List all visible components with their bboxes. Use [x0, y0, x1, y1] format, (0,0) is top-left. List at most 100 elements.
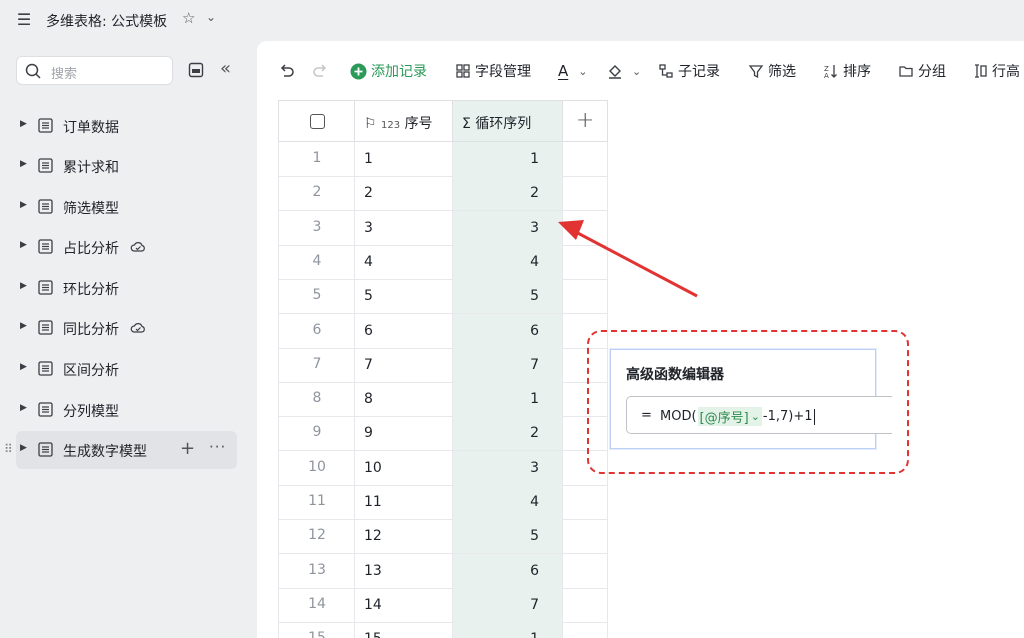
field-manage-button[interactable]: 字段管理: [455, 60, 531, 82]
cell-loop[interactable]: 1: [452, 142, 563, 177]
sidebar-item[interactable]: ▶ 同比分析: [16, 309, 237, 347]
table-row[interactable]: 222: [278, 176, 608, 212]
add-column-button[interactable]: +: [562, 100, 608, 142]
cell-loop[interactable]: 3: [452, 450, 563, 486]
sidebar-item[interactable]: ▶ 占比分析: [16, 228, 237, 266]
formula-input[interactable]: = MOD( [@序号] ⌄ -1,7)+1: [626, 396, 892, 434]
expand-triangle-icon[interactable]: ▶: [20, 321, 27, 331]
sub-record-button[interactable]: 子记录: [658, 60, 720, 82]
cell-seq[interactable]: 2: [354, 176, 453, 212]
table-row[interactable]: 881: [278, 382, 608, 418]
cell-seq[interactable]: 3: [354, 210, 453, 246]
cloud-check-icon: [130, 323, 145, 333]
cell-seq[interactable]: 7: [354, 347, 453, 383]
expand-triangle-icon[interactable]: ▶: [20, 362, 27, 372]
chevron-down-icon[interactable]: ⌄: [206, 10, 216, 24]
cell-seq[interactable]: 4: [354, 244, 453, 280]
cell-seq[interactable]: 14: [354, 587, 453, 623]
folder-icon: [899, 66, 913, 77]
text-color-button[interactable]: A ⌄: [558, 60, 587, 82]
fill-color-button[interactable]: ⌄: [606, 60, 641, 82]
row-index: 11: [278, 485, 355, 520]
table-row[interactable]: 111: [278, 142, 608, 177]
cell-seq[interactable]: 11: [354, 485, 453, 520]
expand-triangle-icon[interactable]: ▶: [20, 443, 27, 453]
expand-triangle-icon[interactable]: ▶: [20, 281, 27, 291]
table-icon: [38, 280, 53, 295]
cell-seq[interactable]: 1: [354, 142, 453, 177]
filter-icon: [748, 65, 764, 79]
document-title[interactable]: 多维表格: 公式模板: [46, 11, 167, 31]
add-circle-icon: [350, 63, 367, 79]
filter-button[interactable]: 筛选: [748, 60, 796, 82]
row-index: 10: [278, 450, 355, 486]
table-row[interactable]: 777: [278, 347, 608, 383]
row-height-button[interactable]: 行高: [972, 60, 1020, 82]
cell-loop[interactable]: 7: [452, 347, 563, 383]
expand-triangle-icon[interactable]: ▶: [20, 159, 27, 169]
table-row[interactable]: 992: [278, 416, 608, 452]
undo-button[interactable]: [278, 60, 296, 82]
sidebar-item[interactable]: ▶ 累计求和: [16, 147, 237, 185]
table-row[interactable]: 13 13 6: [278, 553, 608, 589]
expand-triangle-icon[interactable]: ▶: [20, 119, 27, 129]
column-header-seq[interactable]: ⚐ 123 序号: [354, 100, 453, 142]
star-icon[interactable]: ☆: [182, 9, 195, 27]
add-record-button[interactable]: 添加记录: [350, 60, 427, 82]
hamburger-icon[interactable]: ☰: [16, 10, 32, 29]
redo-button[interactable]: [311, 60, 329, 82]
cell-seq[interactable]: 12: [354, 519, 453, 555]
cell-seq[interactable]: 9: [354, 416, 453, 452]
panel-toggle-icon[interactable]: [188, 62, 204, 78]
more-icon[interactable]: ···: [209, 438, 226, 456]
cell-loop[interactable]: 1: [452, 622, 563, 638]
cell-loop[interactable]: 4: [452, 244, 563, 280]
column-header-loop[interactable]: Σ 循环序列: [452, 100, 563, 142]
cell-loop[interactable]: 2: [452, 176, 563, 212]
row-height-icon: [975, 64, 987, 78]
drag-handle-icon[interactable]: ⠿: [4, 442, 13, 456]
cell-seq[interactable]: 13: [354, 553, 453, 589]
expand-triangle-icon[interactable]: ▶: [20, 403, 27, 413]
cell-loop[interactable]: 4: [452, 485, 563, 520]
cell-empty: [562, 485, 608, 520]
cell-loop[interactable]: 3: [452, 210, 563, 246]
cell-loop[interactable]: 6: [452, 313, 563, 349]
cell-seq[interactable]: 10: [354, 450, 453, 486]
field-reference-chip[interactable]: [@序号] ⌄: [697, 407, 762, 426]
cell-loop[interactable]: 5: [452, 279, 563, 315]
sort-button[interactable]: ZA 排序: [823, 60, 871, 82]
cell-empty: [562, 176, 608, 212]
sidebar-item[interactable]: ▶ 生成数字模型 + ···: [16, 431, 237, 469]
table-row[interactable]: 11 11 4: [278, 485, 608, 520]
sidebar-item-label: 区间分析: [63, 363, 119, 379]
sidebar-item[interactable]: ▶ 区间分析: [16, 350, 237, 388]
table-row[interactable]: 10 10 3: [278, 450, 608, 486]
select-all-checkbox[interactable]: [310, 114, 325, 129]
table-row[interactable]: 15151: [278, 622, 608, 638]
cell-loop[interactable]: 5: [452, 519, 563, 555]
cell-seq[interactable]: 8: [354, 382, 453, 418]
cell-empty: [562, 519, 608, 555]
table-row[interactable]: 14 14 7: [278, 587, 608, 623]
cell-loop[interactable]: 1: [452, 382, 563, 418]
table-row[interactable]: 12 12 5: [278, 519, 608, 555]
sidebar-item[interactable]: ▶ 订单数据: [16, 107, 237, 145]
cell-seq[interactable]: 5: [354, 279, 453, 315]
cell-loop[interactable]: 6: [452, 553, 563, 589]
search-input[interactable]: 搜索: [16, 56, 173, 85]
cell-seq[interactable]: 6: [354, 313, 453, 349]
add-table-icon[interactable]: +: [180, 438, 195, 459]
group-button[interactable]: 分组: [898, 60, 946, 82]
collapse-sidebar-icon[interactable]: «: [220, 58, 231, 79]
expand-triangle-icon[interactable]: ▶: [20, 200, 27, 210]
sidebar-item[interactable]: ▶ 环比分析: [16, 269, 237, 307]
cell-loop[interactable]: 2: [452, 416, 563, 452]
cell-seq[interactable]: 15: [354, 622, 453, 638]
expand-triangle-icon[interactable]: ▶: [20, 240, 27, 250]
row-index: 7: [278, 347, 355, 383]
sidebar-item[interactable]: ▶ 筛选模型: [16, 188, 237, 226]
table-row[interactable]: 666: [278, 313, 608, 349]
cell-loop[interactable]: 7: [452, 587, 563, 623]
sidebar-item[interactable]: ▶ 分列模型: [16, 391, 237, 429]
